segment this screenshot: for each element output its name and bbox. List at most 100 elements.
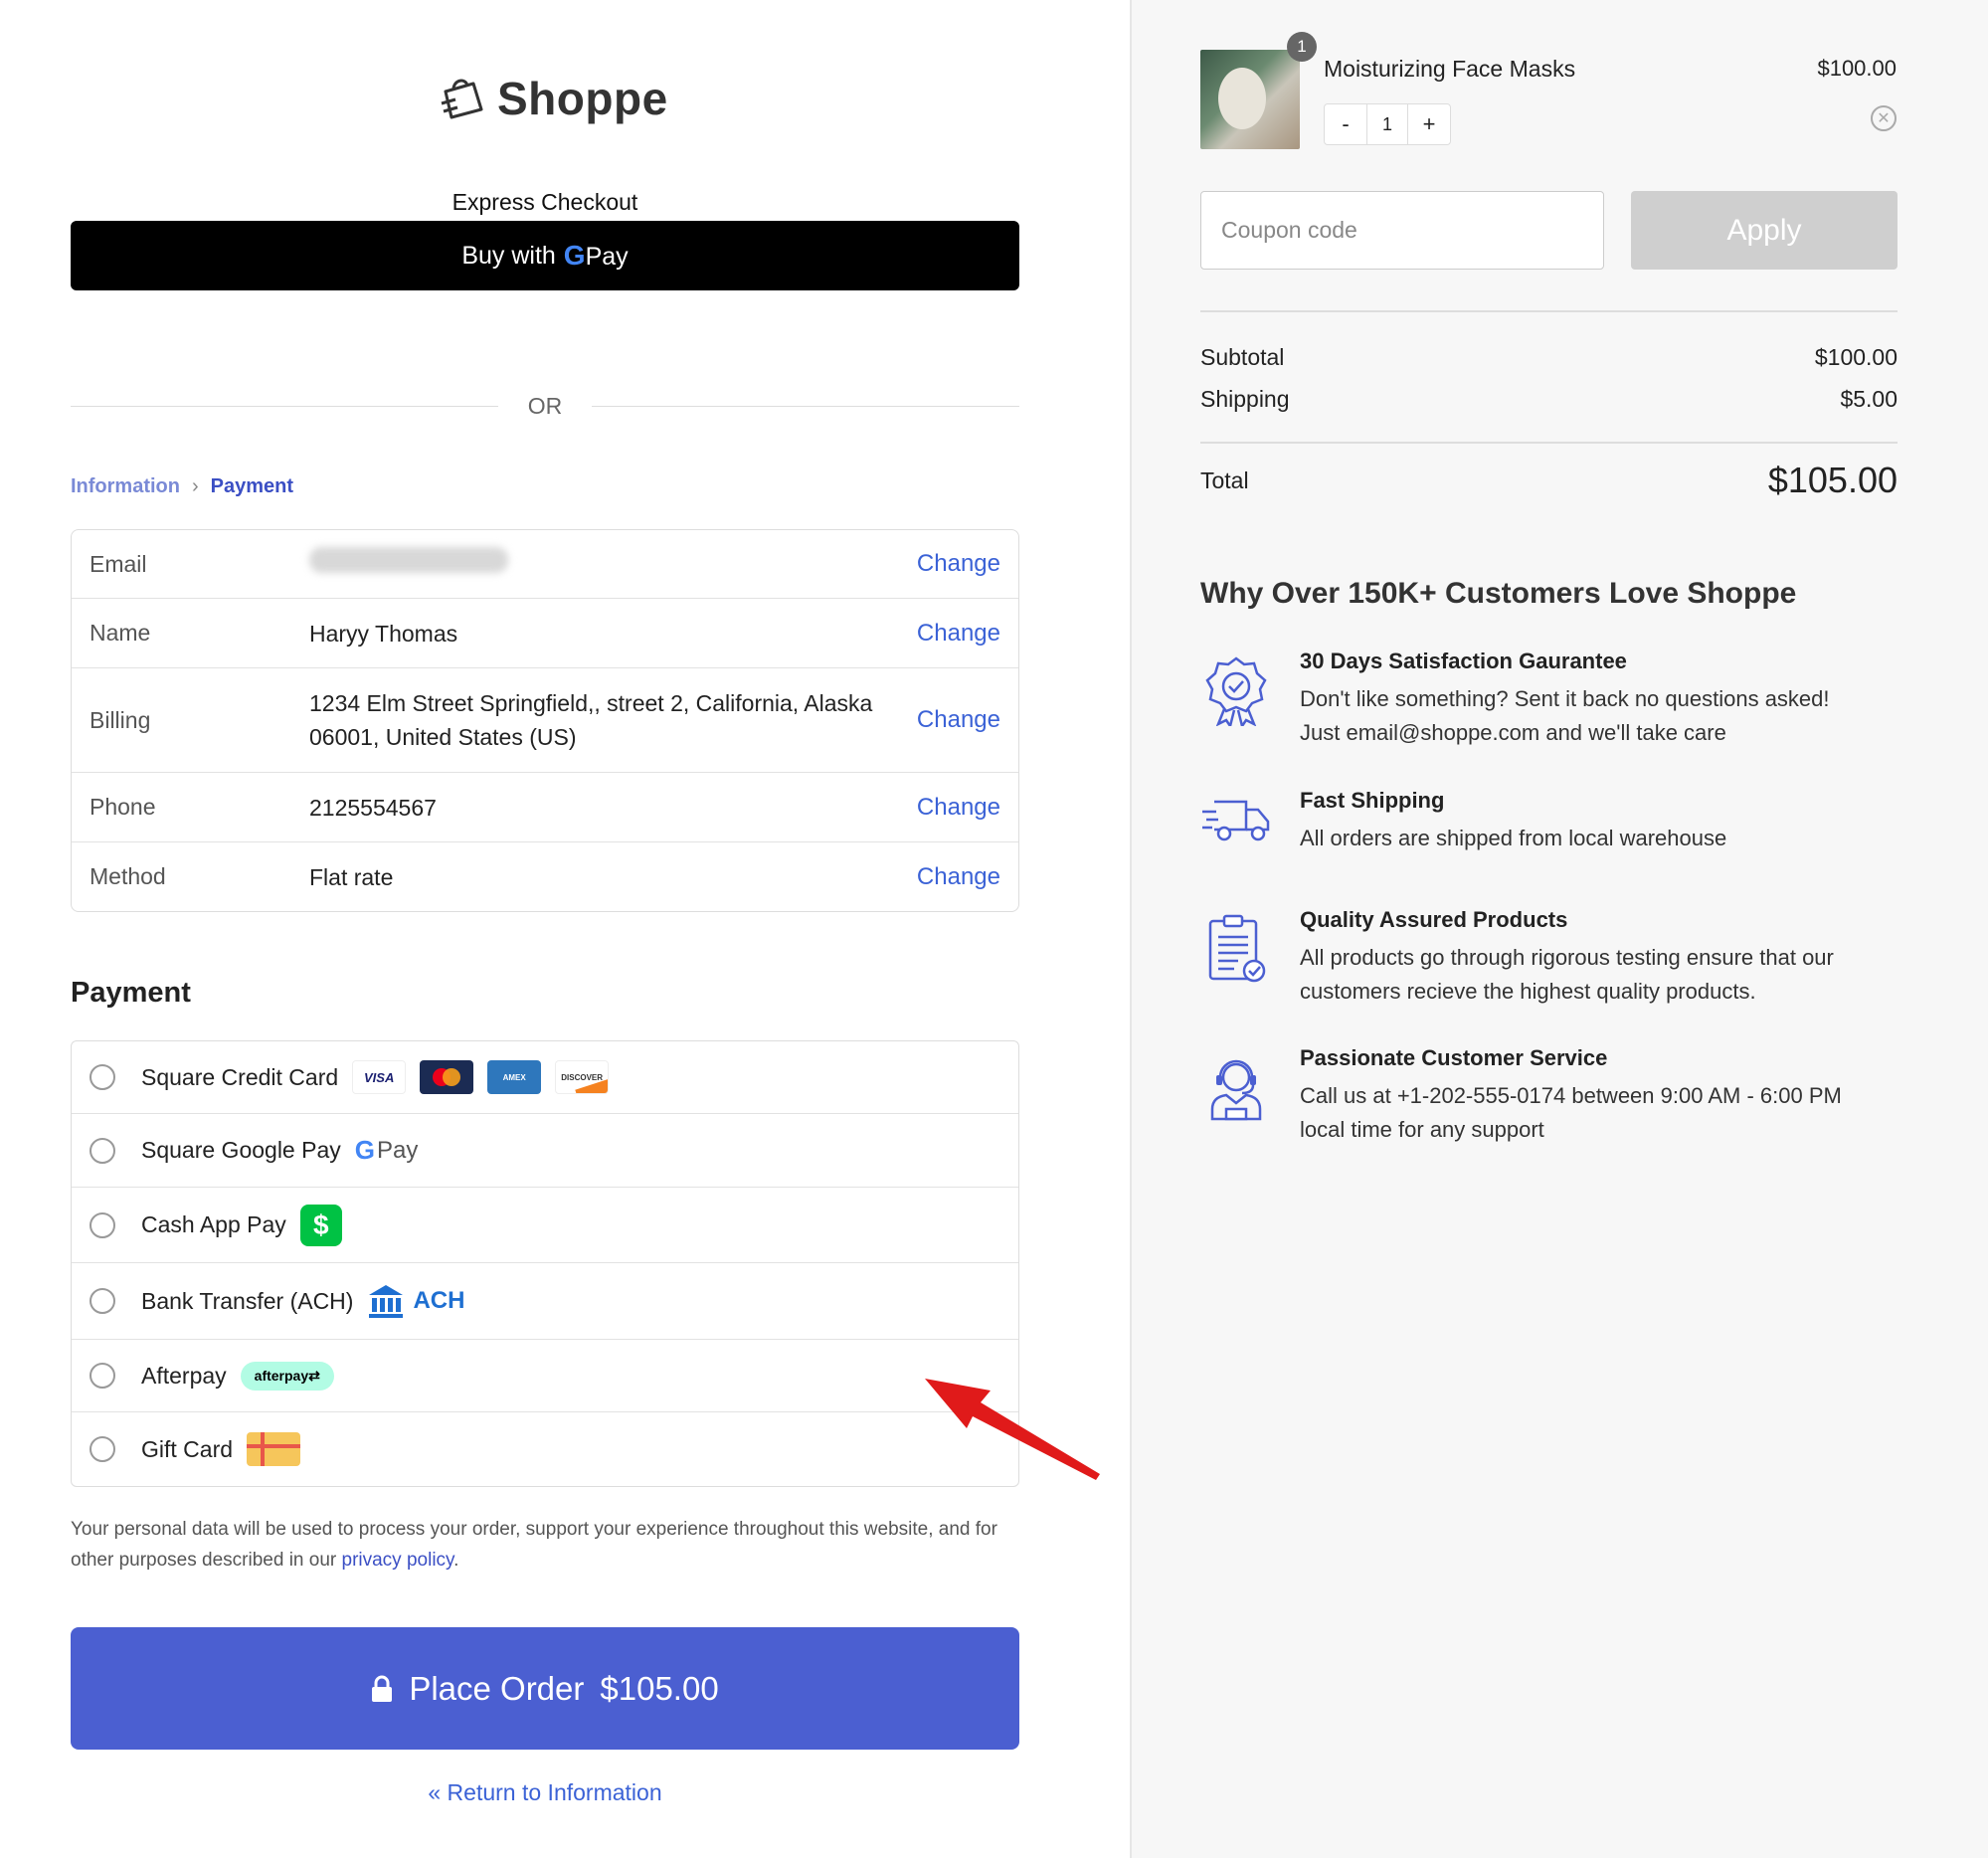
privacy-end: .: [453, 1550, 459, 1571]
info-row-billing: Billing 1234 Elm Street Springfield,, st…: [72, 668, 1018, 773]
quantity-value[interactable]: 1: [1366, 104, 1408, 144]
shipping-row: Shipping $5.00: [1200, 386, 1898, 413]
billing-line-2: 06001, United States (US): [309, 724, 577, 750]
payment-option-square-google-pay[interactable]: Square Google Pay G Pay: [72, 1114, 1018, 1188]
radio-afterpay[interactable]: [90, 1363, 115, 1389]
info-row-email: Email Change: [72, 530, 1018, 599]
payment-label: Square Credit Card: [141, 1063, 339, 1090]
total-row: Total $105.00: [1200, 460, 1898, 501]
subtotal-row: Subtotal $100.00: [1200, 344, 1898, 371]
return-to-information-link[interactable]: « Return to Information: [71, 1779, 1019, 1806]
coupon-code-input[interactable]: [1200, 191, 1604, 270]
headset-agent-icon: [1200, 1045, 1272, 1147]
info-row-name: Name Haryy Thomas Change: [72, 599, 1018, 668]
redacted-email: [309, 546, 508, 573]
payment-heading: Payment: [71, 977, 191, 1009]
feature-text: Fast Shipping All orders are shipped fro…: [1300, 788, 1726, 855]
radio-gift-card[interactable]: [90, 1436, 115, 1462]
cart-quantity-badge: 1: [1287, 32, 1317, 62]
quantity-stepper: - 1 +: [1324, 103, 1451, 145]
ach-text: ACH: [413, 1287, 465, 1314]
subtotal-value: $100.00: [1814, 344, 1898, 370]
radio-square-credit-card[interactable]: [90, 1064, 115, 1090]
gpay-pay: Pay: [376, 1136, 419, 1164]
place-order-label: Place Order: [409, 1669, 585, 1707]
mastercard-icon: [420, 1060, 474, 1094]
info-key: Billing: [90, 706, 151, 733]
feature-desc-line: All orders are shipped from local wareho…: [1300, 826, 1727, 850]
change-phone-link[interactable]: Change: [917, 794, 1000, 822]
product-price: $100.00: [1817, 56, 1897, 81]
discover-card-icon: DISCOVER: [555, 1060, 610, 1094]
payment-option-square-credit-card[interactable]: Square Credit Card VISA AMEX DISCOVER: [72, 1041, 1018, 1114]
clipboard-check-icon: [1200, 907, 1272, 1009]
buy-with-gpay-button[interactable]: Buy with GPay: [71, 221, 1019, 290]
apply-coupon-button[interactable]: Apply: [1631, 191, 1898, 270]
feature-title: 30 Days Satisfaction Gaurantee: [1300, 649, 1627, 673]
gpay-button-prefix: Buy with: [461, 241, 556, 270]
feature-title: Quality Assured Products: [1300, 907, 1568, 932]
info-value: 2125554567: [309, 794, 437, 821]
payment-option-cash-app-pay[interactable]: Cash App Pay $: [72, 1188, 1018, 1263]
payment-option-bank-transfer[interactable]: Bank Transfer (ACH) ACH: [72, 1263, 1018, 1340]
order-info-summary: Email Change Name Haryy Thomas Change Bi…: [71, 529, 1019, 912]
decrement-button[interactable]: -: [1325, 104, 1366, 144]
afterpay-badge: afterpay⇄: [240, 1361, 334, 1391]
checkout-form-panel: Shoppe Express Checkout Buy with GPay OR…: [0, 0, 1130, 1858]
change-name-link[interactable]: Change: [917, 620, 1000, 648]
gpay-g: G: [354, 1135, 375, 1165]
summary-divider: [1200, 442, 1898, 444]
info-value: Haryy Thomas: [309, 620, 458, 647]
info-key: Phone: [90, 794, 156, 820]
product-thumbnail: [1200, 50, 1300, 149]
privacy-policy-link[interactable]: privacy policy: [342, 1550, 454, 1571]
change-billing-link[interactable]: Change: [917, 706, 1000, 734]
truck-icon: [1200, 788, 1272, 855]
billing-line-1: 1234 Elm Street Springfield,, street 2, …: [309, 690, 873, 716]
remove-item-icon[interactable]: ✕: [1871, 105, 1897, 131]
change-email-link[interactable]: Change: [917, 550, 1000, 578]
or-divider: OR: [71, 393, 1019, 420]
red-annotation-arrow: [925, 1379, 1100, 1480]
gift-card-icon: [247, 1432, 301, 1466]
total-value: $105.00: [1767, 460, 1898, 500]
increment-button[interactable]: +: [1408, 104, 1450, 144]
amex-card-icon: AMEX: [487, 1060, 542, 1094]
place-order-button[interactable]: Place Order $105.00: [71, 1627, 1019, 1750]
feature-satisfaction: 30 Days Satisfaction Gaurantee Don't lik…: [1200, 649, 1898, 750]
place-order-amount: $105.00: [600, 1669, 719, 1707]
bank-icon: [369, 1285, 404, 1318]
radio-square-google-pay[interactable]: [90, 1137, 115, 1164]
feature-title: Passionate Customer Service: [1300, 1045, 1608, 1070]
payment-option-afterpay[interactable]: Afterpay afterpay⇄: [72, 1340, 1018, 1412]
express-checkout-label: Express Checkout: [452, 189, 638, 215]
payment-methods-list: Square Credit Card VISA AMEX DISCOVER Sq…: [71, 1040, 1019, 1487]
gpay-pay-text: Pay: [585, 243, 629, 271]
total-label: Total: [1200, 466, 1249, 493]
divider-line: [592, 406, 1019, 407]
shoppe-logo[interactable]: Shoppe: [438, 72, 668, 125]
privacy-text: Your personal data will be used to proce…: [71, 1519, 997, 1571]
chevron-right-icon: ›: [192, 475, 199, 497]
info-value-billing: 1234 Elm Street Springfield,, street 2, …: [309, 686, 917, 754]
feature-desc-line: local time for any support: [1300, 1117, 1544, 1142]
google-pay-icon: G Pay: [355, 1135, 419, 1166]
radio-bank-transfer[interactable]: [90, 1288, 115, 1314]
privacy-notice: Your personal data will be used to proce…: [71, 1514, 1025, 1576]
breadcrumb-information[interactable]: Information: [71, 475, 180, 498]
payment-label: Afterpay: [141, 1362, 227, 1389]
summary-divider: [1200, 310, 1898, 312]
feature-desc-line: Don't like something? Sent it back no qu…: [1300, 686, 1830, 711]
feature-fast-shipping: Fast Shipping All orders are shipped fro…: [1200, 788, 1898, 855]
change-method-link[interactable]: Change: [917, 863, 1000, 891]
brand-name: Shoppe: [497, 73, 668, 124]
info-row-method: Method Flat rate Change: [72, 842, 1018, 911]
visa-card-icon: VISA: [352, 1060, 407, 1094]
info-key: Method: [90, 863, 166, 889]
payment-option-gift-card[interactable]: Gift Card: [72, 1412, 1018, 1486]
radio-cash-app-pay[interactable]: [90, 1211, 115, 1238]
lock-icon: [372, 1675, 393, 1702]
feature-quality: Quality Assured Products All products go…: [1200, 907, 1898, 1009]
face-mask-image: [1218, 68, 1266, 129]
feature-desc-line: Call us at +1-202-555-0174 between 9:00 …: [1300, 1083, 1842, 1108]
